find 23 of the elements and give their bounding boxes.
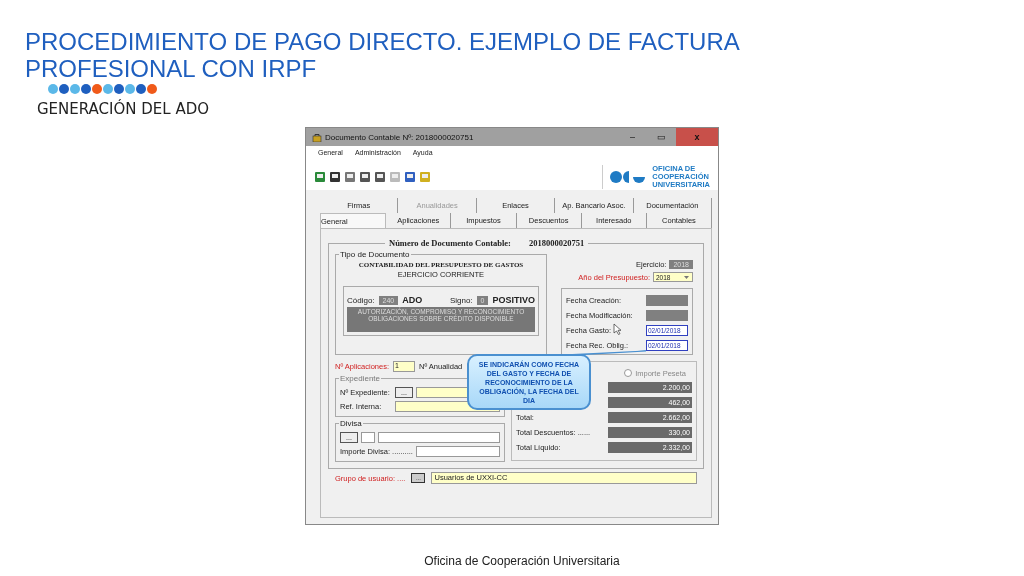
document-number: 2018000020751 [528,238,585,248]
document-number-label: Número de Documento Contable: [389,238,511,248]
group-legend: Tipo de Documento [339,250,411,259]
group-legend: Divisa [339,419,363,428]
caret-icon [683,274,690,280]
sign-name: POSITIVO [492,295,535,305]
date-field [646,310,688,321]
code-label: Código: [347,295,375,305]
input-field[interactable] [361,432,375,443]
slide-title: PROCEDIMIENTO DE PAGO DIRECTO. EJEMPLO DE FACTURA PROFESIONAL CON IRPF [25,28,740,82]
date-field [646,295,688,306]
slide-footer: Oficina de Cooperación Universitaria [0,554,1024,568]
slide-subtitle: GENERACIÓN DEL ADO [37,100,211,118]
group-legend: Expediente [339,374,382,383]
sign-label: Signo: [449,295,473,305]
close-button[interactable]: x [676,128,718,146]
logo-icon [609,170,648,184]
radio-button[interactable] [624,369,633,377]
input-field[interactable] [378,432,500,443]
mouse-cursor-icon [613,323,621,335]
input-field[interactable] [415,446,500,457]
code-name: ADO [402,295,423,305]
window-title: Documento Contable Nº: 2018000020751 [325,132,475,142]
